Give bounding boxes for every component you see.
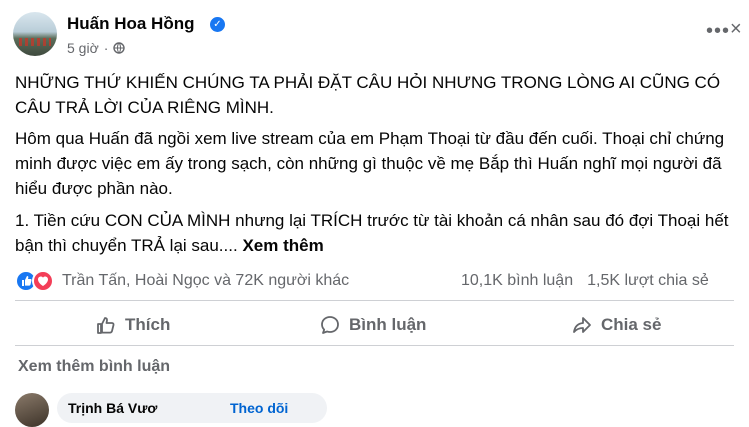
- post-paragraph-2: Hôm qua Huấn đã ngồi xem live stream của…: [15, 129, 725, 198]
- verified-badge-icon: ✓: [210, 17, 225, 32]
- meta-separator: ·: [103, 40, 109, 56]
- commenter-avatar[interactable]: [15, 393, 49, 427]
- share-count[interactable]: 1,5K lượt chia sẻ: [587, 272, 709, 289]
- more-options-icon[interactable]: •••: [706, 21, 730, 41]
- post-paragraph-1: NHỮNG THỨ KHIẾN CHÚNG TA PHẢI ĐẶT CÂU HỎ…: [15, 73, 721, 117]
- love-reaction-icon: [32, 270, 54, 292]
- post-paragraph-3-text: 1. Tiền cứu CON CỦA MÌNH nhưng lại TRÍCH…: [15, 211, 729, 255]
- like-button[interactable]: Thích: [95, 311, 170, 339]
- like-label: Thích: [125, 315, 171, 334]
- post-time[interactable]: 5 giờ: [67, 40, 99, 56]
- view-more-comments-link[interactable]: Xem thêm bình luận: [18, 358, 170, 376]
- share-button[interactable]: Chia sẻ: [571, 311, 661, 339]
- comment-button[interactable]: Bình luận: [319, 311, 426, 339]
- author-avatar[interactable]: [13, 12, 57, 56]
- commenter-name[interactable]: Trịnh Bá Vươ: [68, 400, 157, 416]
- see-more-link[interactable]: Xem thêm: [242, 236, 323, 255]
- share-label: Chia sẻ: [601, 315, 662, 334]
- divider: [15, 345, 734, 346]
- thumbs-up-icon: [97, 317, 115, 334]
- reactors-summary[interactable]: Trần Tấn, Hoài Ngọc và 72K người khác: [62, 272, 349, 290]
- post-paragraph-3: 1. Tiền cứu CON CỦA MÌNH nhưng lại TRÍCH…: [15, 208, 730, 258]
- comment-label: Bình luận: [349, 315, 427, 334]
- post-meta: 5 giờ ·: [67, 40, 126, 56]
- close-icon[interactable]: ×: [730, 18, 742, 41]
- author-name[interactable]: Huấn Hoa Hồng: [67, 14, 195, 34]
- follow-link[interactable]: Theo dõi: [230, 400, 288, 416]
- comment-bubble-icon: [321, 316, 339, 334]
- globe-icon: [113, 42, 126, 54]
- share-arrow-icon: [573, 317, 591, 333]
- engagement-counts: 10,1K bình luận 1,5K lượt chia sẻ: [461, 272, 723, 290]
- divider: [15, 300, 734, 301]
- comment-count[interactable]: 10,1K bình luận: [461, 272, 573, 289]
- reaction-icons[interactable]: [15, 270, 54, 292]
